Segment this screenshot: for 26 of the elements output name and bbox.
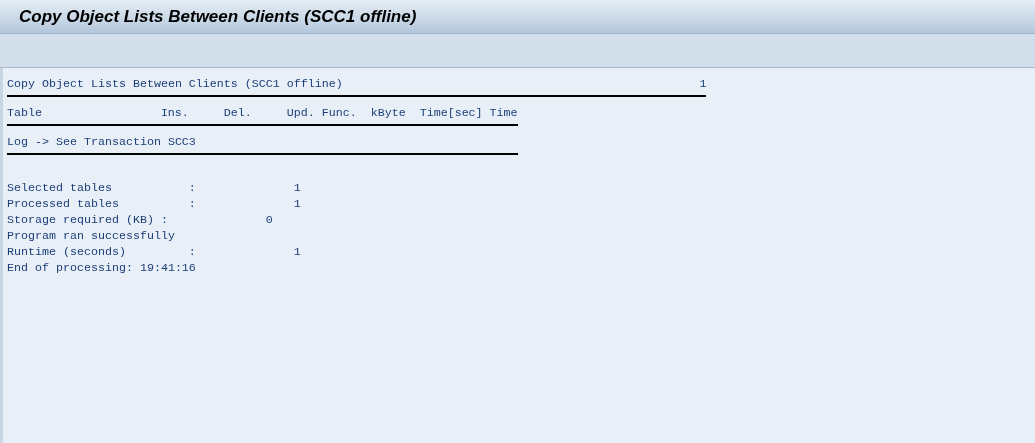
status-message: End of processing: 19:41:16 xyxy=(7,260,196,276)
colon: : xyxy=(188,196,196,212)
colon: : xyxy=(188,180,196,196)
summary-value: 0 xyxy=(264,212,273,228)
summary-value: 1 xyxy=(292,196,301,212)
summary-label: Selected tables xyxy=(7,180,113,196)
summary-label: Processed tables xyxy=(7,196,120,212)
column-header: Time xyxy=(489,105,518,121)
column-header: Del. xyxy=(223,105,253,121)
colon: : xyxy=(188,244,196,260)
column-header: Ins. xyxy=(160,105,190,121)
report-title: Copy Object Lists Between Clients (SCC1 offline) xyxy=(7,76,343,92)
page-number: 1 xyxy=(699,76,707,92)
window-title: Copy Object Lists Between Clients (SCC1 offline) xyxy=(19,5,417,28)
column-header: kByte xyxy=(370,105,407,121)
column-header: Upd. xyxy=(286,105,316,121)
colon: : xyxy=(160,212,168,228)
summary-label: Runtime (seconds) xyxy=(7,244,127,260)
summary-value: 1 xyxy=(292,180,301,196)
status-message: Program ran successfully xyxy=(7,228,175,244)
summary-value: 1 xyxy=(292,244,301,260)
summary-label: Storage required (KB) xyxy=(7,212,155,228)
column-header: Func. xyxy=(321,105,358,121)
column-header: Time[sec] xyxy=(419,105,484,121)
log-note: Log -> See Transaction SCC3 xyxy=(7,134,197,150)
column-header: Table xyxy=(7,105,43,121)
